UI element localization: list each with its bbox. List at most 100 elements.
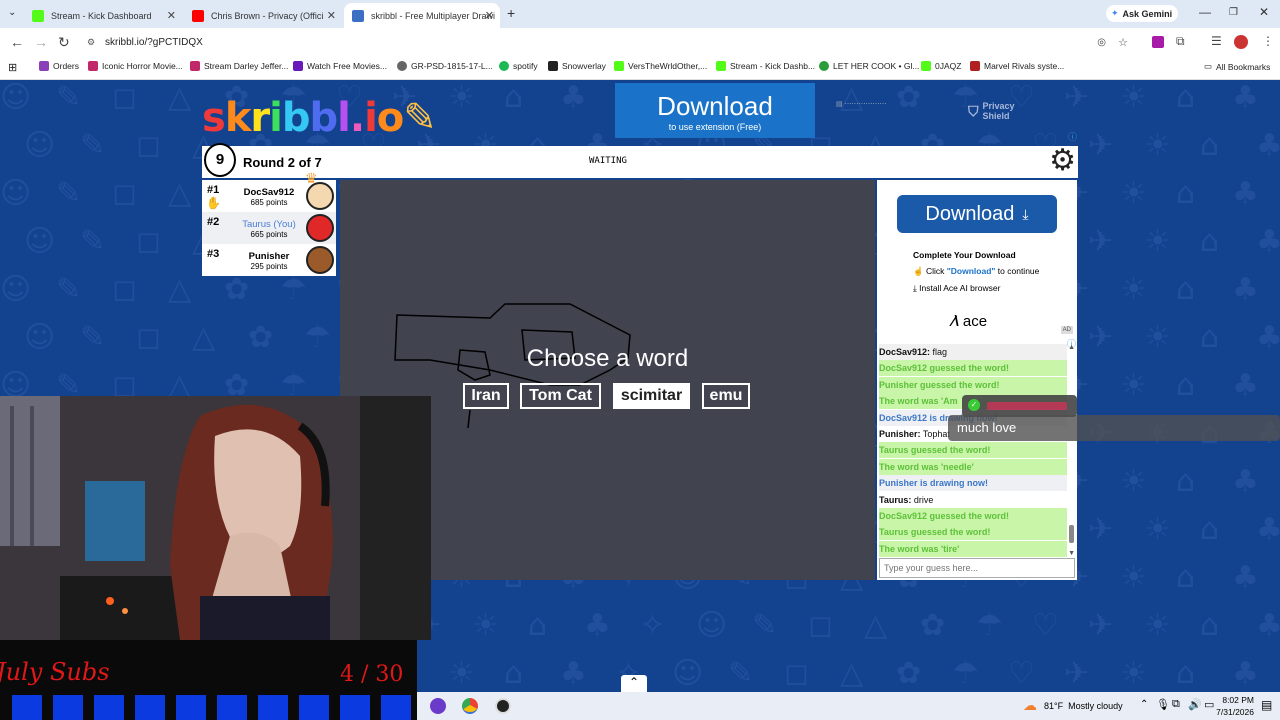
bookmark-item[interactable]: VersTheWrldOther,...: [614, 61, 707, 71]
guess-input[interactable]: [879, 558, 1075, 578]
doodle-glyph: ☺: [696, 608, 728, 643]
new-tab-button[interactable]: +: [507, 5, 515, 21]
complete-download-text: Complete Your Download: [913, 250, 1016, 260]
privacy-shield-ad[interactable]: ⛉ Privacy Shield: [968, 99, 1038, 123]
player-row[interactable]: #3 Punisher 295 points: [202, 244, 336, 276]
ace-download-button[interactable]: Download ⤓: [897, 195, 1057, 233]
doodle-glyph: ♣: [1232, 464, 1259, 499]
doodle-glyph: ☀: [1144, 512, 1171, 547]
doodle-glyph: ☂: [976, 608, 1003, 643]
doodle-glyph: ♣: [1256, 320, 1280, 355]
back-icon[interactable]: ←: [10, 34, 24, 50]
chat-message: DocSav912 guessed the word!: [879, 508, 1067, 524]
network-icon[interactable]: ⧉: [1172, 698, 1180, 711]
clock-date[interactable]: 7/31/2026: [1207, 707, 1254, 717]
settings-gear-icon[interactable]: ⚙: [1049, 145, 1076, 177]
bookmark-label: spotify: [513, 61, 538, 71]
bookmark-item[interactable]: Stream Darley Jeffer...: [190, 61, 288, 71]
bookmark-item[interactable]: Snowverlay: [548, 61, 606, 71]
subs-progress-segment: [299, 695, 329, 720]
doodle-glyph: ⌂: [1176, 656, 1196, 691]
extension-icon[interactable]: [1152, 36, 1164, 48]
apps-icon[interactable]: ⊞: [8, 61, 17, 74]
doodle-glyph: ☀: [1120, 656, 1147, 691]
chat-text: Taurus guessed the word!: [879, 445, 991, 456]
game-status: WAITING: [589, 156, 627, 166]
mic-icon[interactable]: 🎙: [1156, 698, 1170, 711]
ace-brand: ⁄\ ace: [952, 313, 987, 330]
bookmark-item[interactable]: Watch Free Movies...: [293, 61, 387, 71]
reload-icon[interactable]: ↻: [58, 34, 70, 51]
player-list: #1 DocSav912 685 points #2 Taurus (You) 665 p…: [202, 180, 336, 276]
doodle-glyph: ✎: [752, 608, 778, 643]
bookmark-item[interactable]: LET HER COOK • Gl...: [819, 61, 919, 71]
doodle-glyph: ♣: [1256, 128, 1280, 163]
profile-avatar[interactable]: [1234, 35, 1248, 49]
close-icon[interactable]: ✕: [485, 9, 494, 22]
scroll-up-icon[interactable]: ▲: [1068, 344, 1075, 351]
close-icon[interactable]: ✕: [167, 9, 176, 22]
doodle-glyph: ☀: [1144, 224, 1171, 259]
close-window-button[interactable]: ✕: [1259, 5, 1269, 19]
privacy-shield-label: Privacy Shield: [982, 101, 1015, 121]
eye-off-icon[interactable]: ◎: [1097, 37, 1106, 48]
collapse-chevron-icon[interactable]: ⌃: [621, 675, 647, 692]
app-icon-streaming[interactable]: [430, 698, 446, 714]
tab-chris-brown[interactable]: Chris Brown - Privacy (Offici ✕: [184, 3, 342, 28]
doodle-glyph: ⌂: [1200, 608, 1220, 643]
ace-download-label: Download: [925, 202, 1015, 225]
menu-icon[interactable]: ⋮: [1262, 34, 1274, 48]
player-row[interactable]: #2 Taurus (You) 665 points: [202, 212, 336, 244]
weather-text[interactable]: 81°F Mostly cloudy: [1044, 701, 1123, 711]
player-avatar: [306, 246, 334, 274]
maximize-button[interactable]: ❐: [1229, 7, 1238, 18]
all-bookmarks[interactable]: ▭ All Bookmarks: [1204, 61, 1270, 72]
bookmark-item[interactable]: spotify: [499, 61, 538, 71]
download-ad-banner[interactable]: Download to use extension (Free): [615, 83, 815, 138]
bookmark-item[interactable]: Marvel Rivals syste...: [970, 61, 1064, 71]
ask-gemini-label: Ask Gemini: [1122, 8, 1173, 19]
scroll-down-icon[interactable]: ▼: [1068, 550, 1075, 557]
all-bookmarks-label: All Bookmarks: [1216, 61, 1271, 72]
doodle-glyph: ✿: [224, 272, 250, 307]
ad-info-icon[interactable]: ⓘ: [1068, 130, 1077, 143]
volume-icon[interactable]: 🔊: [1188, 698, 1202, 711]
word-option-scimitar[interactable]: scimitar: [613, 383, 690, 409]
site-info-icon[interactable]: ⚙: [87, 37, 95, 48]
instruction-link[interactable]: "Download": [947, 266, 996, 276]
doodle-glyph: ◻: [112, 80, 137, 115]
bookmark-item[interactable]: GR-PSD-1815-17-L...: [397, 61, 493, 71]
chrome-icon[interactable]: [462, 698, 478, 714]
doodle-glyph: ⌂: [1200, 224, 1220, 259]
word-option-iran[interactable]: Iran: [463, 383, 509, 409]
chat-scrollbar[interactable]: [1069, 525, 1074, 543]
tab-manager-icon[interactable]: ☰: [1211, 34, 1222, 48]
chat-text: Punisher guessed the word!: [879, 379, 1000, 390]
bookmark-item[interactable]: Stream - Kick Dashb...: [716, 61, 815, 71]
tray-chevron-icon[interactable]: ⌃: [1140, 699, 1148, 710]
url-field[interactable]: ⚙ skribbl.io/?gPCTIDQX ◎ ☆: [80, 32, 1140, 53]
doodle-glyph: ✈: [1088, 608, 1114, 643]
tab-search-icon[interactable]: ⌄: [8, 7, 16, 18]
bookmark-item[interactable]: 0JAQZ: [921, 61, 961, 71]
tab-skribbl[interactable]: skribbl - Free Multiplayer Drawi ✕: [344, 3, 500, 28]
word-option-tom-cat[interactable]: Tom Cat: [520, 383, 601, 409]
notification-icon[interactable]: ▤: [1261, 698, 1272, 712]
player-avatar: [306, 214, 334, 242]
tab-label: Stream - Kick Dashboard: [51, 10, 152, 21]
obs-icon[interactable]: [495, 698, 511, 714]
bookmark-label: Stream - Kick Dashb...: [730, 61, 816, 71]
forward-icon[interactable]: →: [34, 34, 48, 50]
player-rank: #1: [207, 184, 220, 196]
clock-time[interactable]: 8:02 PM: [1222, 695, 1254, 705]
star-icon[interactable]: ☆: [1118, 36, 1128, 49]
minimize-button[interactable]: —: [1199, 5, 1211, 19]
tab-kick-dashboard[interactable]: Stream - Kick Dashboard ✕: [24, 3, 182, 28]
bookmark-item[interactable]: Iconic Horror Movie...: [88, 61, 183, 71]
close-icon[interactable]: ✕: [327, 9, 336, 22]
ask-gemini-button[interactable]: ✦ Ask Gemini: [1106, 5, 1178, 22]
puzzle-icon[interactable]: ⧉: [1176, 34, 1185, 49]
word-option-emu[interactable]: emu: [702, 383, 750, 409]
bookmark-item[interactable]: Orders: [39, 61, 79, 71]
round-label: Round 2 of 7: [243, 155, 322, 170]
